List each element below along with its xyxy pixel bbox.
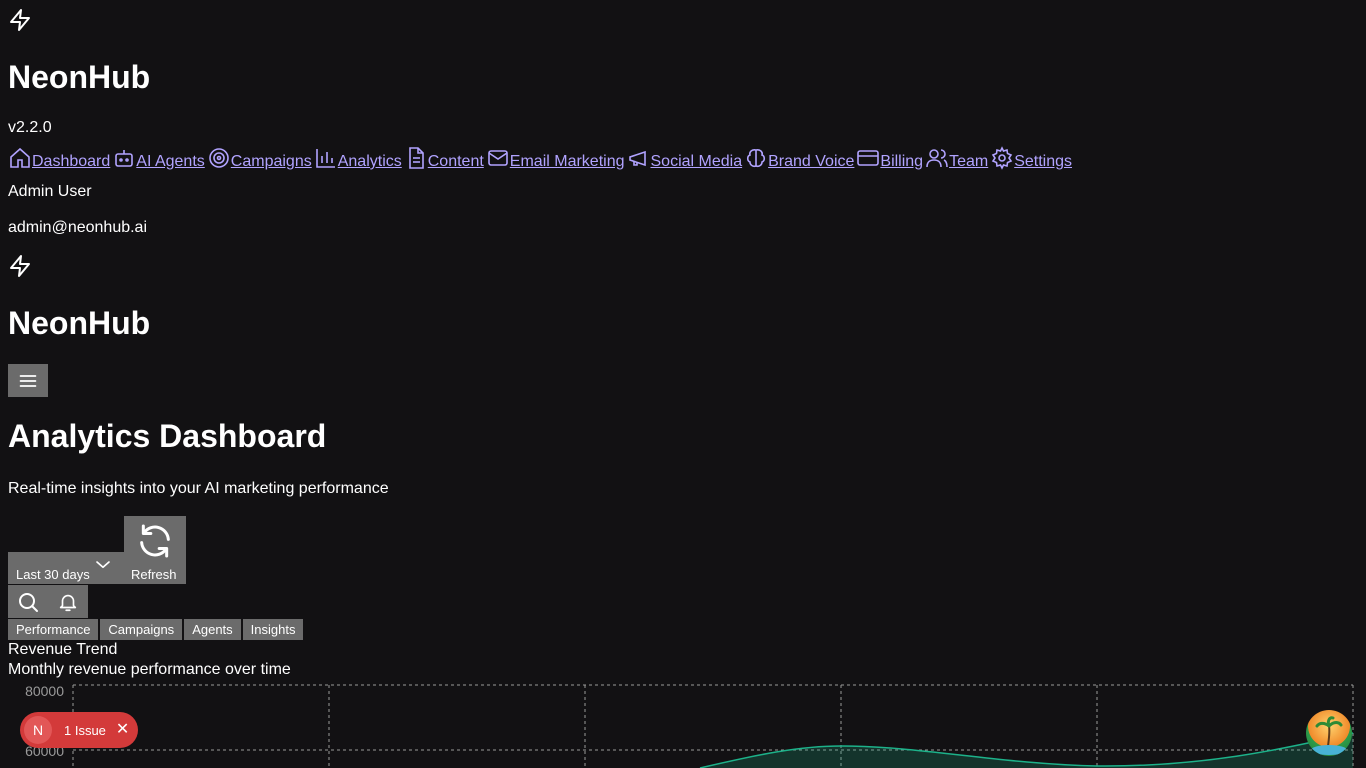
brand-name-mobile: NeonHub (8, 305, 151, 341)
nav-item-analytics[interactable]: Analytics (314, 146, 402, 170)
target-icon (207, 146, 231, 170)
version-label: v2.2.0 (8, 119, 52, 136)
brand-name: NeonHub (8, 59, 151, 95)
date-range-label: Last 30 days (16, 567, 90, 582)
nav-item-content[interactable]: Content (404, 146, 484, 170)
file-text-icon (404, 146, 428, 170)
nav-item-team[interactable]: Team (925, 146, 988, 170)
chevron-down-icon (94, 558, 112, 572)
nav-link[interactable]: Campaigns (231, 154, 312, 170)
bolt-icon (8, 254, 32, 278)
nav-item-settings[interactable]: Settings (990, 146, 1072, 170)
refresh-label: Refresh (131, 567, 177, 582)
nav-link[interactable]: Brand Voice (768, 154, 854, 170)
analytics-tabs: Performance Campaigns Agents Insights (8, 619, 304, 640)
page-title: Analytics Dashboard (8, 418, 327, 454)
tab-insights[interactable]: Insights (242, 619, 304, 640)
refresh-icon (135, 521, 175, 561)
search-icon (16, 590, 40, 614)
user-name: Admin User (8, 183, 92, 200)
nav-link[interactable]: AI Agents (136, 154, 205, 170)
refresh-button[interactable]: Refresh (124, 516, 186, 584)
sidebar-nav: Dashboard AI Agents Campaigns Analytics … (8, 138, 1074, 170)
bell-icon (57, 591, 79, 613)
nav-item-ai-agents[interactable]: AI Agents (112, 146, 205, 170)
nav-item-email-marketing[interactable]: Email Marketing (486, 146, 625, 170)
bot-icon (112, 146, 136, 170)
menu-button[interactable] (8, 364, 48, 397)
issue-count: 1 Issue (64, 722, 106, 738)
date-range-select[interactable]: Last 30 days (8, 552, 124, 584)
brain-icon (744, 146, 768, 170)
tab-agents[interactable]: Agents (184, 619, 241, 640)
nav-item-social-media[interactable]: Social Media (627, 146, 743, 170)
nav-item-billing[interactable]: Billing (856, 146, 923, 170)
credit-card-icon (856, 146, 880, 170)
nav-link[interactable]: Dashboard (32, 154, 110, 170)
notifications-button[interactable] (48, 585, 88, 618)
gear-icon (990, 146, 1014, 170)
revenue-chart: 80000 60000 (25, 683, 1354, 768)
nav-link[interactable]: Settings (1014, 154, 1072, 170)
nav-item-dashboard[interactable]: Dashboard (8, 146, 110, 170)
close-icon[interactable]: ✕ (116, 722, 129, 738)
search-button[interactable] (8, 585, 48, 618)
mail-icon (486, 146, 510, 170)
tab-campaigns[interactable]: Campaigns (100, 619, 183, 640)
y-tick-label: 80000 (25, 683, 64, 699)
nav-link[interactable]: Team (949, 154, 988, 170)
bar-chart-icon (314, 146, 338, 170)
user-email: admin@neonhub.ai (8, 219, 148, 236)
users-icon (925, 146, 949, 170)
assistant-avatar[interactable] (1306, 710, 1352, 756)
palm-icon (1311, 716, 1347, 755)
nav-link[interactable]: Social Media (651, 154, 743, 170)
nav-link[interactable]: Email Marketing (510, 154, 625, 170)
nav-item-campaigns[interactable]: Campaigns (207, 146, 312, 170)
chart-title: Revenue Trend (8, 641, 118, 658)
bolt-icon (8, 8, 32, 32)
chart-subtitle: Monthly revenue performance over time (8, 661, 291, 678)
nav-link[interactable]: Billing (880, 154, 923, 170)
hamburger-icon (18, 371, 38, 391)
home-icon (8, 146, 32, 170)
megaphone-icon (627, 146, 651, 170)
issue-avatar: N (24, 716, 52, 744)
tab-performance[interactable]: Performance (8, 619, 99, 640)
nav-link[interactable]: Analytics (338, 154, 402, 170)
page-subtitle: Real-time insights into your AI marketin… (8, 480, 389, 497)
nav-link[interactable]: Content (428, 154, 484, 170)
nav-item-brand-voice[interactable]: Brand Voice (744, 146, 854, 170)
issue-badge[interactable]: N 1 Issue ✕ (20, 712, 138, 748)
